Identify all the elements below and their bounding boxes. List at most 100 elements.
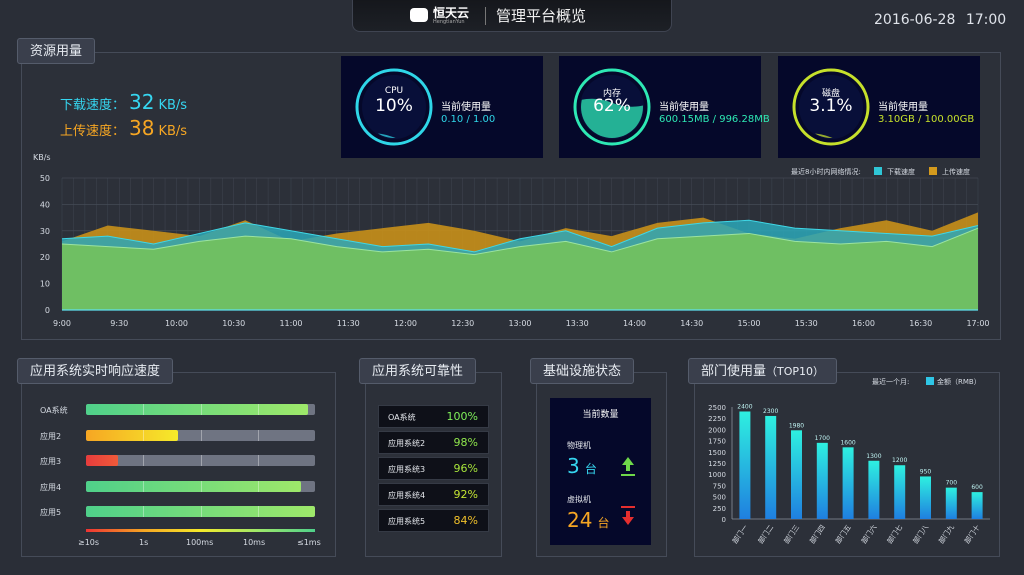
x-tick-label: 11:00 — [279, 319, 302, 328]
response-bar-tick — [143, 481, 145, 492]
x-tick-label: 13:30 — [566, 319, 589, 328]
response-bar-tick — [143, 506, 145, 517]
y-axis-label: KB/s — [33, 153, 51, 162]
physical-value: 3 — [567, 454, 580, 478]
response-bar-label: 应用5 — [40, 508, 62, 517]
dept-data-label: 950 — [920, 468, 932, 475]
infra-panel-title: 基础设施状态 — [530, 358, 635, 384]
infra-card: 当前数量 物理机 3 台 虚拟机 24 台 — [550, 398, 651, 545]
response-bar-tick — [257, 430, 259, 441]
response-bar-tick — [257, 455, 259, 466]
header-divider — [485, 7, 486, 25]
reliability-value: 98% — [453, 436, 478, 449]
gauge-value-1: 62% — [593, 96, 631, 116]
response-scale-label: 100ms — [186, 538, 214, 547]
response-scale-gradient — [86, 529, 315, 532]
reliability-name: 应用系统5 — [388, 517, 426, 526]
dept-y-tick-label: 0 — [722, 516, 726, 524]
download-unit: KB/s — [158, 98, 188, 113]
dept-y-tick-label: 2250 — [708, 415, 726, 423]
dept-legend-swatch — [926, 377, 934, 385]
upload-label: 上传速度： — [60, 124, 126, 139]
x-tick-label: 10:30 — [222, 319, 245, 328]
response-bar-fill — [86, 404, 309, 415]
cloud-logo-icon — [410, 8, 428, 22]
gauge-current-title-1: 当前使用量 — [659, 102, 709, 113]
dept-category-label: 部门四 — [808, 523, 827, 545]
virtual-count: 24 台 — [567, 508, 610, 532]
response-bar-tick — [200, 506, 202, 517]
page-title: 管理平台概览 — [496, 7, 587, 25]
virtual-value: 24 — [567, 508, 593, 532]
dept-data-label: 1700 — [815, 435, 830, 442]
dept-bar — [868, 460, 880, 519]
legend-label: 下载速度 — [887, 167, 915, 176]
legend-swatch — [929, 167, 937, 175]
reliability-panel-title: 应用系统可靠性 — [359, 358, 477, 384]
response-scale-label: 1s — [139, 538, 149, 547]
x-tick-label: 16:30 — [909, 319, 932, 328]
x-tick-label: 16:00 — [852, 319, 875, 328]
gauge-current-value-1: 600.15MB / 996.28MB — [659, 114, 770, 125]
reliability-name: 应用系统3 — [388, 465, 426, 474]
dept-category-label: 部门七 — [885, 523, 904, 545]
legend-title: 最近8小时内网络情况: — [791, 167, 861, 176]
dept-bar — [816, 442, 828, 519]
network-area-chart: 0 10 20 30 40 50 9:00 9:30 10:00 10:30 11:00 11:30 1… — [33, 153, 990, 328]
download-value: 32 — [129, 90, 155, 114]
gauge-current-value-0: 0.10 / 1.00 — [441, 114, 496, 125]
dept-data-label: 1200 — [892, 457, 907, 464]
virtual-label: 虚拟机 — [567, 495, 591, 504]
x-tick-label: 11:30 — [337, 319, 360, 328]
response-bar-track — [86, 430, 315, 441]
x-tick-label: 17:00 — [966, 319, 989, 328]
response-bar-tick — [257, 481, 259, 492]
response-bar-fill — [86, 481, 302, 492]
reliability-row: 应用系统2 98% — [378, 431, 489, 454]
legend-swatch — [874, 167, 882, 175]
dept-data-label: 700 — [946, 480, 958, 487]
response-bar-tick — [200, 404, 202, 415]
physical-count: 3 台 — [567, 454, 597, 478]
reliability-value: 100% — [446, 410, 478, 423]
response-scale-label: ≤1ms — [297, 538, 321, 547]
dept-data-label: 1300 — [866, 453, 881, 460]
response-bar-track — [86, 481, 315, 492]
response-bar-tick — [200, 430, 202, 441]
arrow-down-icon — [621, 506, 635, 525]
dept-bar — [920, 476, 931, 519]
response-bar-tick — [200, 481, 202, 492]
gauge-current-title-0: 当前使用量 — [441, 102, 491, 113]
gauge-card-1: 内存 62% 当前使用量 600.15MB / 996.28MB — [559, 56, 770, 158]
dept-bar — [894, 465, 906, 519]
download-label: 下载速度： — [60, 98, 126, 113]
legend-label: 上传速度 — [942, 167, 970, 176]
response-scale-label: ≥10s — [78, 538, 100, 547]
response-bar-label: OA系统 — [40, 406, 68, 415]
response-bar-fill — [86, 430, 178, 441]
y-tick-label: 30 — [40, 227, 50, 236]
dept-y-tick-label: 500 — [713, 494, 726, 502]
y-tick-label: 20 — [40, 253, 50, 262]
response-bar-label: 应用2 — [40, 432, 62, 441]
y-tick-label: 50 — [40, 174, 50, 183]
dept-category-label: 部门十 — [962, 523, 981, 545]
time-text: 17:00 — [965, 12, 1007, 28]
x-tick-label: 15:30 — [795, 319, 818, 328]
gauge-current-title-2: 当前使用量 — [878, 102, 928, 113]
x-tick-label: 14:30 — [680, 319, 703, 328]
dept-bar — [791, 430, 802, 519]
physical-unit: 台 — [584, 462, 597, 476]
response-bar-tick — [257, 506, 259, 517]
reliability-name: 应用系统4 — [388, 491, 426, 500]
x-tick-label: 9:00 — [53, 319, 71, 328]
dept-bar — [739, 411, 751, 519]
dept-y-tick-label: 750 — [713, 482, 726, 490]
dept-category-label: 部门二 — [756, 523, 775, 545]
date-text: 2016-06-28 — [874, 12, 956, 28]
dept-y-tick-label: 1750 — [708, 438, 726, 446]
y-tick-label: 10 — [40, 280, 50, 289]
dept-category-label: 部门一 — [730, 523, 749, 545]
response-bar-fill — [86, 455, 119, 466]
dept-data-label: 2300 — [763, 408, 778, 415]
